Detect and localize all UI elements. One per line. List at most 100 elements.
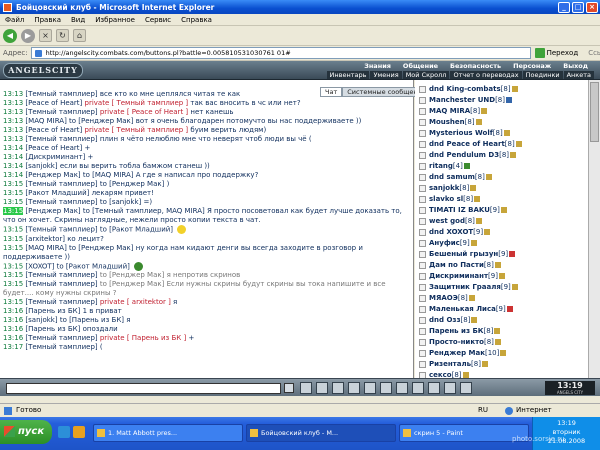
user-info-icon[interactable]	[503, 130, 510, 136]
message-time[interactable]: 13:14	[3, 171, 23, 179]
message-author[interactable]: [Темный тамплиер]	[25, 198, 97, 206]
user-list-item[interactable]: dnd samum [8]	[415, 172, 588, 182]
user-name[interactable]: Ризенталь	[429, 360, 471, 368]
nav-inventory[interactable]: Инвентарь	[326, 71, 370, 79]
message-time[interactable]: 13:15	[3, 271, 23, 279]
nav-battles[interactable]: Поединки	[522, 71, 563, 79]
message-time[interactable]: 13:17	[3, 343, 23, 351]
user-list-item[interactable]: west god [8]	[415, 216, 588, 226]
private-checkbox[interactable]	[419, 272, 426, 280]
user-name[interactable]: dnd Peace of Heart	[429, 140, 505, 148]
message-author[interactable]: [Темный тамплиер]	[25, 180, 97, 188]
user-name[interactable]: west god	[429, 217, 465, 225]
user-info-icon[interactable]	[510, 152, 517, 158]
message-time[interactable]: 13:15	[3, 298, 23, 306]
user-name[interactable]: Парень из БК	[429, 327, 484, 335]
message-time[interactable]: 13:13	[3, 126, 23, 134]
user-list-item[interactable]: Парень из БК [8]	[415, 326, 588, 336]
user-info-icon[interactable]	[474, 196, 481, 202]
user-name[interactable]: MAQ MIRA	[429, 107, 470, 115]
menu-tools[interactable]: Сервис	[140, 16, 176, 24]
message-author[interactable]: [Темный тамплиер]	[25, 90, 97, 98]
message-time[interactable]: 13:14	[3, 153, 23, 161]
message-author[interactable]: [XOXOT]	[25, 262, 54, 270]
help-icon[interactable]	[460, 382, 472, 394]
menu-view[interactable]: Вид	[66, 16, 90, 24]
user-info-icon[interactable]	[506, 306, 513, 312]
task-paint[interactable]: скрин 5 - Paint	[399, 424, 529, 442]
user-name[interactable]: Просто-никто	[429, 338, 484, 346]
private-checkbox[interactable]	[419, 294, 426, 302]
message-time[interactable]: 13:16	[3, 325, 23, 333]
start-button[interactable]: пуск	[0, 420, 52, 444]
friends-icon[interactable]	[428, 382, 440, 394]
private-checkbox[interactable]	[419, 261, 426, 269]
private-checkbox[interactable]	[419, 349, 426, 357]
settings-icon[interactable]	[412, 382, 424, 394]
user-info-icon[interactable]	[475, 218, 482, 224]
user-list-item[interactable]: Mysterious Wolf [8]	[415, 128, 588, 138]
message-time[interactable]: 13:15	[3, 189, 23, 197]
message-time[interactable]: 13:16	[3, 307, 23, 315]
refresh-button[interactable]: ↻	[56, 29, 69, 42]
private-checkbox[interactable]	[419, 360, 426, 368]
nav-my-scroll[interactable]: Мой Скролл	[402, 71, 450, 79]
user-info-icon[interactable]	[470, 185, 477, 191]
user-info-icon[interactable]	[500, 207, 507, 213]
user-name[interactable]: ritang	[429, 162, 453, 170]
message-time[interactable]: 13:13	[3, 90, 23, 98]
user-list-item[interactable]: МЯАОЭ [8]	[415, 293, 588, 303]
private-checkbox[interactable]	[419, 129, 426, 137]
private-checkbox[interactable]	[419, 305, 426, 313]
user-list-item[interactable]: ritang [4]	[415, 161, 588, 171]
user-list-item[interactable]: sanjokk [8]	[415, 183, 588, 193]
private-checkbox[interactable]	[419, 217, 426, 225]
user-name[interactable]: dnd Pendulum D3	[429, 151, 499, 159]
user-info-icon[interactable]	[494, 262, 501, 268]
private-checkbox[interactable]	[419, 250, 426, 258]
close-button[interactable]: ×	[586, 1, 598, 13]
message-author[interactable]: [Ракот Младший]	[25, 189, 89, 197]
user-info-icon[interactable]	[509, 251, 516, 257]
quicklaunch-desktop-icon[interactable]	[58, 426, 70, 438]
user-list-item[interactable]: dnd Pendulum D3 [8]	[415, 150, 588, 160]
user-list-item[interactable]: Дискриминант [9]	[415, 271, 588, 281]
user-info-icon[interactable]	[500, 350, 507, 356]
user-list-item[interactable]: Защитник Грааля [9]	[415, 282, 588, 292]
user-info-icon[interactable]	[511, 284, 518, 290]
message-author[interactable]: [sanjokk]	[25, 316, 57, 324]
send-button[interactable]	[284, 383, 294, 393]
message-author[interactable]: [Темный тамплиер]	[25, 298, 97, 306]
user-name[interactable]: Бешеный грызун	[429, 250, 498, 258]
menu-edit[interactable]: Правка	[29, 16, 66, 24]
user-info-icon[interactable]	[484, 229, 491, 235]
message-author[interactable]: [MAQ MIRA]	[25, 244, 66, 252]
user-name[interactable]: МЯАОЭ	[429, 294, 458, 302]
user-list-item[interactable]: dnd XOXOT [9]	[415, 227, 588, 237]
user-list-item[interactable]: Просто-никто [8]	[415, 337, 588, 347]
message-author[interactable]: [Темный тамплиер]	[25, 135, 97, 143]
user-name[interactable]: Защитник Грааля	[429, 283, 501, 291]
scroll-thumb[interactable]	[590, 82, 599, 142]
refresh-chat-icon[interactable]	[332, 382, 344, 394]
message-author[interactable]: [sanjokk]	[25, 162, 57, 170]
user-info-icon[interactable]	[481, 361, 488, 367]
private-checkbox[interactable]	[419, 338, 426, 346]
message-author[interactable]: [Peace of Heart]	[25, 144, 82, 152]
private-icon[interactable]	[396, 382, 408, 394]
private-checkbox[interactable]	[419, 184, 426, 192]
links-label[interactable]: Ссылки	[588, 49, 600, 57]
user-list-item[interactable]: Бешеный грызун [9]	[415, 249, 588, 259]
chat-input[interactable]	[6, 383, 281, 394]
user-name[interactable]: dnd XOXOT	[429, 228, 473, 236]
user-list-item[interactable]: Ануфис [9]	[415, 238, 588, 248]
translit-icon[interactable]	[364, 382, 376, 394]
user-list-item[interactable]: Маленькая Лиса [9]	[415, 304, 588, 314]
stop-button[interactable]: ×	[39, 29, 52, 42]
user-name[interactable]: slavko sl	[429, 195, 463, 203]
quicklaunch-browser-icon[interactable]	[73, 426, 85, 438]
private-checkbox[interactable]	[419, 140, 426, 148]
message-author[interactable]: [Темный тамплиер]	[25, 280, 97, 288]
message-author[interactable]: [Дискриминант]	[25, 153, 85, 161]
minimize-button[interactable]: _	[558, 1, 570, 13]
